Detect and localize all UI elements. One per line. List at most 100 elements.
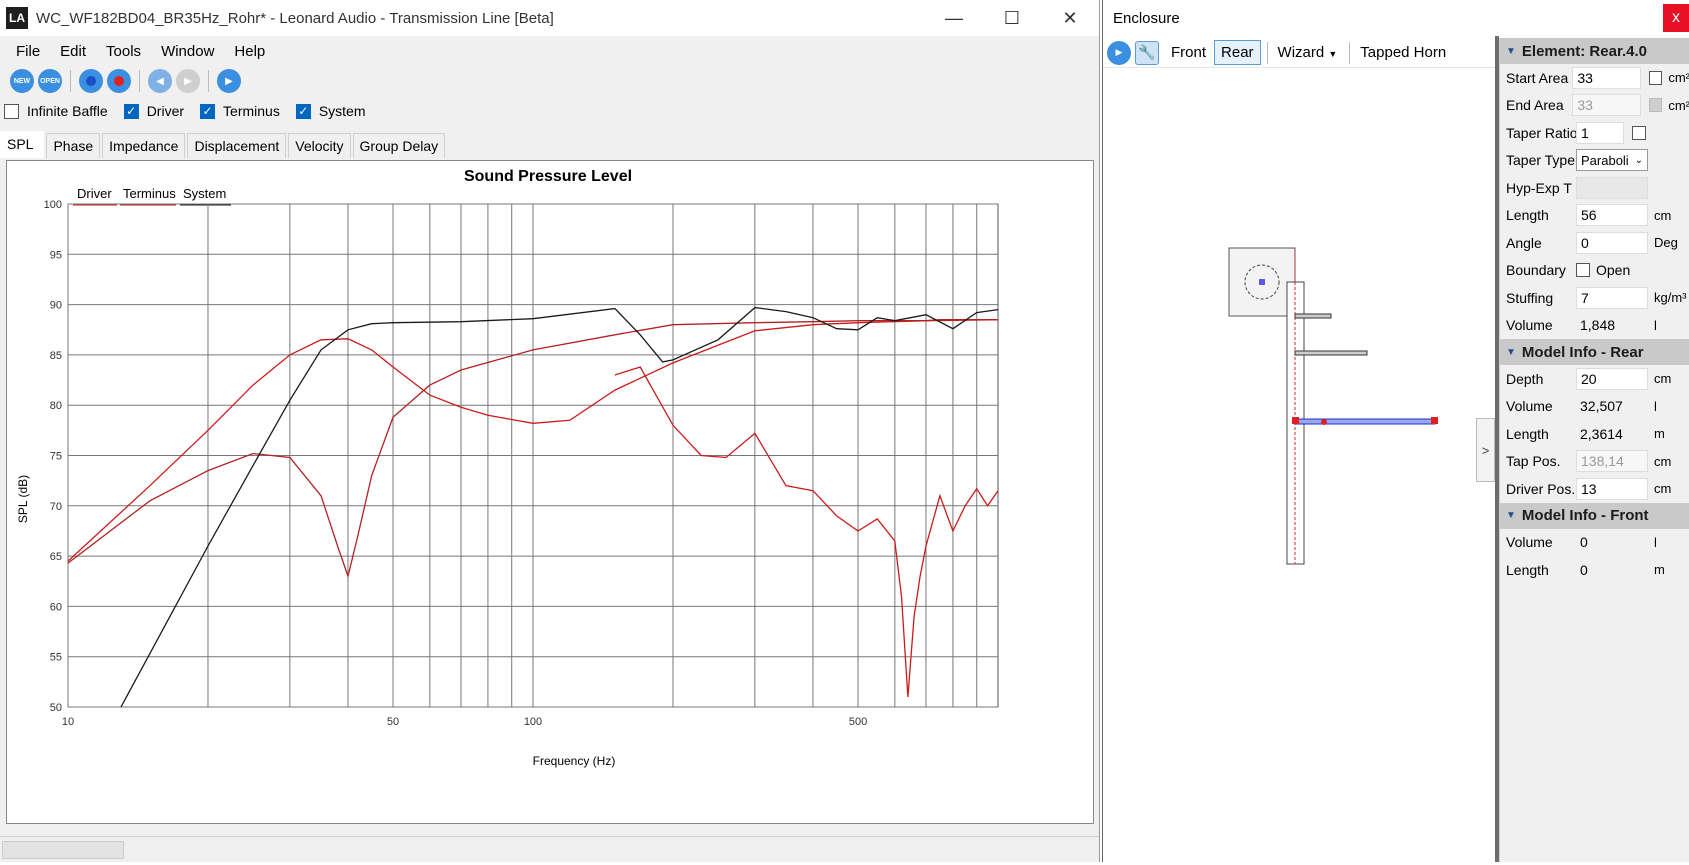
start-area-checkbox[interactable] [1648, 70, 1663, 85]
end-area-input[interactable]: 33 [1572, 94, 1641, 117]
checkbox-box[interactable]: ✓ [200, 103, 216, 119]
legend-system[interactable]: System [183, 186, 226, 201]
driver-pos-input[interactable]: 13 [1576, 477, 1648, 500]
enclosure-diagram[interactable] [1103, 70, 1495, 862]
prop-unit: Deg [1654, 235, 1678, 251]
legend-driver[interactable]: Driver [77, 186, 112, 201]
close-icon[interactable]: ✕ [1041, 0, 1099, 36]
x-axis-label: Frequency (Hz) [533, 754, 616, 768]
record-icon[interactable] [79, 69, 103, 93]
prop-label: Volume [1506, 398, 1553, 415]
enclosure-title: Enclosure [1103, 0, 1689, 36]
checkbox-box[interactable] [4, 103, 19, 119]
prop-unit: m [1654, 562, 1665, 578]
rear-element-selected[interactable] [1294, 418, 1436, 425]
end-area-checkbox[interactable] [1648, 98, 1663, 113]
y-tick-label: 85 [50, 350, 62, 362]
depth-input[interactable]: 20 [1576, 367, 1648, 390]
step-forward-icon[interactable]: ▶ [176, 69, 200, 93]
angle-input[interactable]: 0 [1576, 231, 1648, 254]
hyp-exp-input [1576, 176, 1648, 199]
new-icon[interactable]: NEW [10, 69, 34, 93]
front-length-value: 0 [1580, 561, 1588, 578]
wrench-icon[interactable]: 🔧 [1135, 40, 1159, 65]
front-view-button[interactable]: Front [1165, 41, 1212, 64]
port-1[interactable] [1294, 313, 1332, 319]
x-tick-label: 10 [62, 716, 74, 728]
wizard-button[interactable]: Wizard ▼ [1272, 41, 1344, 64]
taper-ratio-checkbox[interactable] [1632, 125, 1646, 140]
driver-center-marker[interactable] [1259, 279, 1265, 285]
prop-unit: cm² [1668, 97, 1689, 113]
taper-type-select[interactable]: Paraboli ⌄ [1576, 149, 1648, 172]
port-2[interactable] [1294, 350, 1368, 356]
tab-group-delay[interactable]: Group Delay [352, 133, 446, 158]
section-model-front-header[interactable]: ▼ Model Info - Front [1500, 502, 1689, 529]
toolbar-separator [1266, 41, 1268, 64]
driver-checkbox[interactable]: ✓ Driver [123, 103, 184, 119]
boundary-open-checkbox[interactable] [1576, 263, 1590, 278]
stuffing-input[interactable]: 7 [1576, 286, 1648, 309]
open-icon[interactable]: OPEN [38, 69, 62, 93]
prop-front-length: Length 0 m [1500, 556, 1689, 584]
start-area-input[interactable]: 33 [1572, 66, 1641, 89]
plot-tabs: SPL Phase Impedance Displacement Velocit… [0, 130, 447, 158]
handle-right[interactable] [1431, 417, 1438, 424]
section-element-header[interactable]: ▼ Element: Rear.4.0 [1500, 38, 1689, 64]
step-back-icon[interactable]: ◀ [148, 69, 172, 93]
window-controls: — ☐ ✕ [925, 0, 1099, 36]
collapse-triangle-icon[interactable]: ▼ [1506, 347, 1516, 358]
properties-panel: ▼ Element: Rear.4.0 Start Area 33 cm² End… [1499, 38, 1689, 862]
legend-terminus[interactable]: Terminus [123, 186, 176, 201]
stop-record-icon[interactable] [107, 69, 131, 93]
system-checkbox[interactable]: ✓ System [295, 103, 366, 119]
tab-phase[interactable]: Phase [46, 133, 101, 158]
rear-view-button[interactable]: Rear [1214, 40, 1261, 65]
prop-boundary: Boundary Open [1500, 257, 1689, 285]
checkbox-box[interactable]: ✓ [123, 103, 139, 119]
series-line-system [120, 306, 999, 708]
prop-front-volume: Volume 0 l [1500, 529, 1689, 557]
maximize-icon[interactable]: ☐ [983, 0, 1041, 36]
enclosure-canvas[interactable] [1103, 70, 1495, 862]
length-input[interactable]: 56 [1576, 204, 1648, 227]
y-tick-label: 60 [50, 601, 62, 613]
tab-displacement[interactable]: Displacement [187, 133, 287, 158]
x-tick-label: 100 [524, 716, 542, 728]
minimize-icon[interactable]: — [925, 0, 983, 36]
status-progress [2, 841, 124, 859]
app-logo: LA [6, 7, 28, 29]
play-icon[interactable]: ▶ [217, 69, 241, 93]
prop-stuffing: Stuffing 7 kg/m³ [1500, 284, 1689, 312]
y-tick-label: 95 [50, 249, 62, 261]
menu-file[interactable]: File [6, 43, 50, 60]
tapped-horn-button[interactable]: Tapped Horn [1354, 41, 1452, 64]
chart-legend: Driver Terminus System [73, 186, 231, 206]
checkbox-box[interactable]: ✓ [295, 103, 311, 119]
tab-impedance[interactable]: Impedance [102, 133, 186, 158]
front-volume-value: 0 [1580, 534, 1588, 551]
handle-mid[interactable] [1321, 419, 1327, 425]
close-icon[interactable]: x [1663, 4, 1689, 32]
prop-label: Driver Pos. [1506, 480, 1576, 497]
menu-help[interactable]: Help [224, 43, 275, 60]
collapse-triangle-icon[interactable]: ▼ [1506, 46, 1516, 57]
play-icon[interactable]: ▶ [1107, 40, 1131, 65]
section-model-rear-header[interactable]: ▼ Model Info - Rear [1500, 339, 1689, 365]
tab-spl[interactable]: SPL [0, 131, 45, 158]
collapse-panel-button[interactable]: > [1476, 418, 1495, 482]
terminus-checkbox[interactable]: ✓ Terminus [200, 103, 280, 119]
menu-window[interactable]: Window [151, 43, 224, 60]
collapse-triangle-icon[interactable]: ▼ [1506, 510, 1516, 521]
prop-length: Length 56 cm [1500, 202, 1689, 230]
prop-label: Taper Type [1506, 152, 1576, 169]
prop-start-area: Start Area 33 cm² [1500, 64, 1689, 92]
tab-velocity[interactable]: Velocity [288, 133, 351, 158]
handle-left[interactable] [1292, 417, 1299, 424]
infinite-baffle-checkbox[interactable]: Infinite Baffle [4, 103, 108, 119]
taper-ratio-input[interactable]: 1 [1576, 121, 1624, 144]
enclosure-toolbar: ▶ 🔧 Front Rear Wizard ▼ Tapped Horn [1103, 38, 1495, 68]
menu-tools[interactable]: Tools [96, 43, 151, 60]
menu-edit[interactable]: Edit [50, 43, 96, 60]
prop-depth: Depth 20 cm [1500, 365, 1689, 393]
